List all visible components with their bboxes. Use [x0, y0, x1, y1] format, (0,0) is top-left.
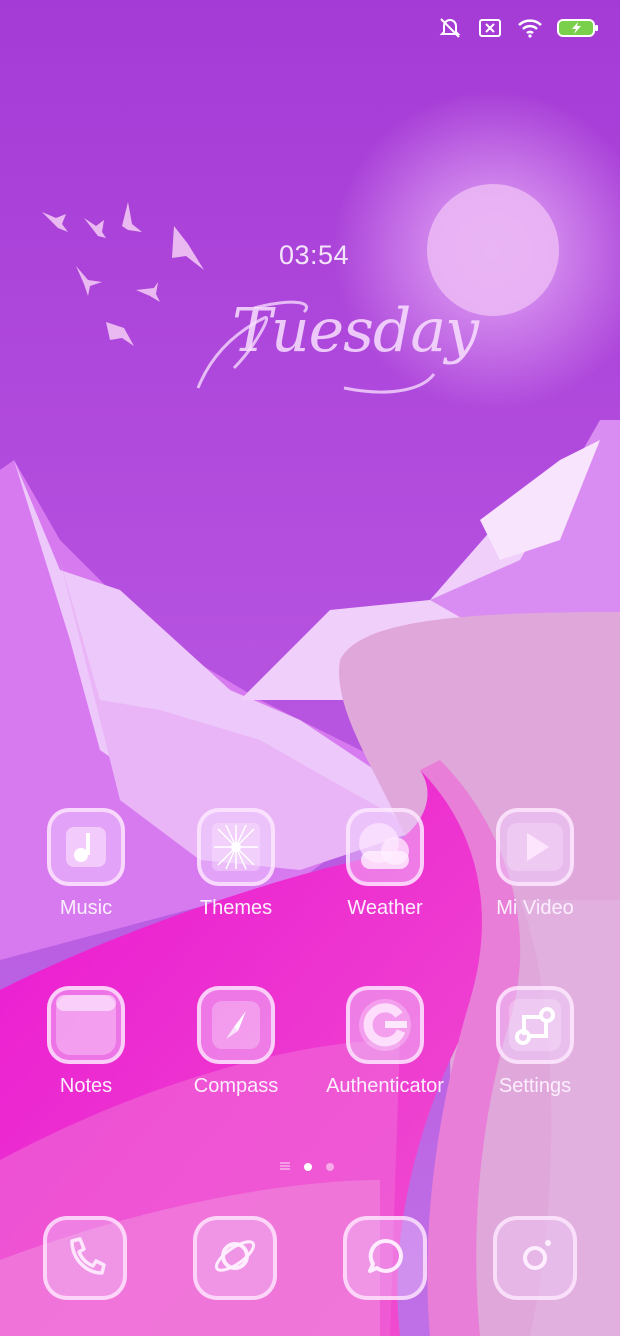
app-notes[interactable]: Notes — [11, 986, 161, 1098]
app-music[interactable]: Music — [11, 808, 161, 920]
app-label: Authenticator — [326, 1075, 444, 1097]
compass-icon — [197, 986, 275, 1064]
dock-camera[interactable] — [493, 1216, 577, 1300]
wifi-icon — [516, 14, 544, 42]
page-dot[interactable] — [326, 1163, 334, 1171]
app-label: Notes — [59, 1075, 113, 1097]
day-of-week[interactable]: Tuesday — [194, 288, 479, 408]
browser-planet-icon — [210, 1231, 260, 1286]
app-label: Compass — [193, 1075, 279, 1097]
sparkle-icon — [197, 808, 275, 886]
settings-nodes-icon — [496, 986, 574, 1064]
play-icon — [496, 808, 574, 886]
camera-icon — [510, 1231, 560, 1286]
app-weather[interactable]: Weather — [310, 808, 460, 920]
mute-vibrate-icon — [436, 14, 464, 42]
app-authenticator[interactable]: Authenticator — [310, 986, 460, 1098]
no-sim-icon — [476, 14, 504, 42]
page-indicator[interactable] — [280, 1158, 334, 1176]
app-label: Music — [59, 897, 113, 919]
app-label: Weather — [347, 897, 423, 919]
app-mi-video[interactable]: Mi Video — [460, 808, 610, 920]
messages-icon — [362, 1233, 408, 1284]
wallpaper — [0, 0, 620, 1336]
google-g-icon — [346, 986, 424, 1064]
app-label: Mi Video — [496, 897, 574, 919]
dock-browser[interactable] — [193, 1216, 277, 1300]
page-list-icon[interactable] — [280, 1158, 290, 1176]
app-label: Themes — [199, 897, 273, 919]
app-themes[interactable]: Themes — [161, 808, 311, 920]
phone-icon — [62, 1233, 108, 1284]
status-bar — [436, 12, 600, 44]
app-settings[interactable]: Settings — [460, 986, 610, 1098]
day-label: Tuesday — [232, 296, 479, 366]
battery-charging-icon — [556, 14, 600, 42]
page-dot-active[interactable] — [304, 1163, 312, 1171]
app-compass[interactable]: Compass — [161, 986, 311, 1098]
app-label: Settings — [498, 1075, 572, 1097]
notepad-icon — [47, 986, 125, 1064]
dock-messages[interactable] — [343, 1216, 427, 1300]
cloud-icon — [346, 808, 424, 886]
dock-phone[interactable] — [43, 1216, 127, 1300]
music-note-icon — [47, 808, 125, 886]
clock-time[interactable]: 03:54 — [0, 240, 620, 271]
